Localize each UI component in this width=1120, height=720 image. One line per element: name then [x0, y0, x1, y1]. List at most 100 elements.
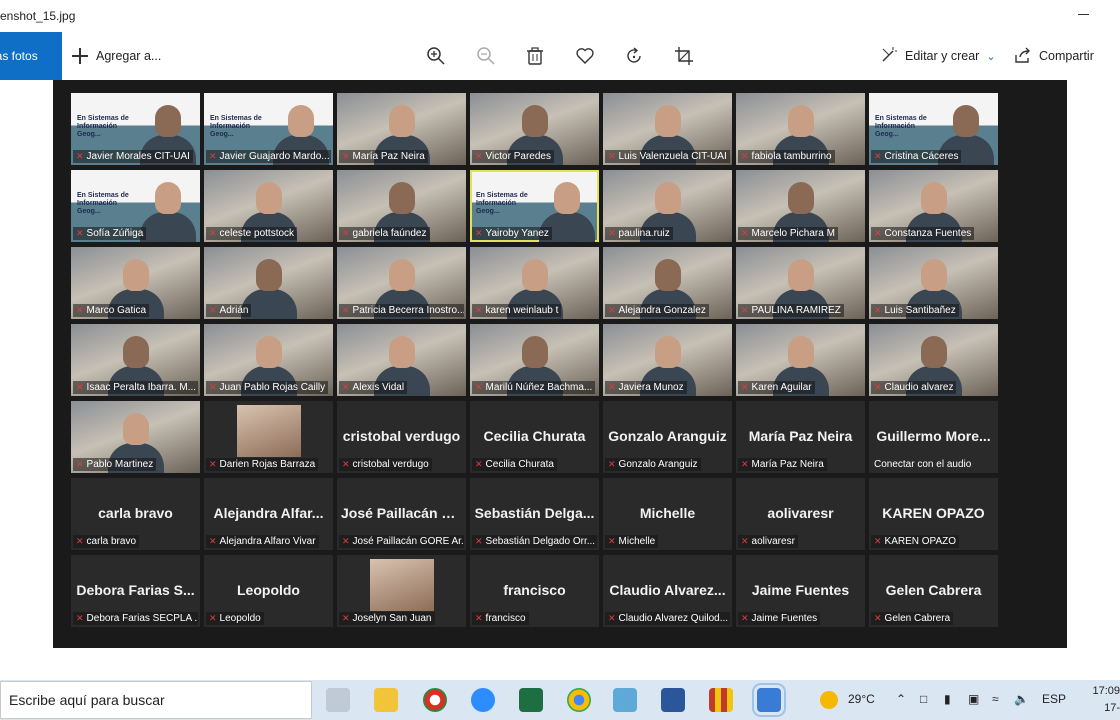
- participant-name-label: ✕ karen weinlaub t: [472, 304, 562, 317]
- participant-name: karen weinlaub t: [485, 305, 559, 316]
- participant-name-label: ✕ Sebastián Delgado Orr...: [472, 535, 597, 548]
- participant-name: Claudio Alvarez Quilod...: [618, 613, 729, 624]
- zoom-out-icon[interactable]: [476, 46, 496, 66]
- winrar-icon[interactable]: [709, 688, 733, 712]
- photos-app-icon[interactable]: [752, 683, 786, 717]
- file-explorer-icon[interactable]: [374, 688, 398, 712]
- weather-sun-icon[interactable]: [820, 691, 838, 709]
- muted-mic-icon: ✕: [608, 151, 616, 161]
- chevron-up-icon[interactable]: ⌃: [896, 692, 906, 706]
- participant-name: Gelen Cabrera: [884, 613, 951, 624]
- participant-name-label: ✕ carla bravo: [73, 535, 140, 548]
- participant-name: Alejandra Gonzalez: [618, 305, 706, 316]
- wifi-icon[interactable]: ≈: [992, 692, 999, 706]
- muted-mic-icon: ✕: [209, 305, 217, 315]
- participant-tile: ✕ Luis Valenzuela CIT-UAI: [603, 93, 732, 165]
- excel-icon[interactable]: [519, 688, 543, 712]
- muted-mic-icon: ✕: [209, 459, 217, 469]
- participant-name-label: ✕ Isaac Peralta Ibarra. M...: [73, 381, 198, 394]
- clock-date: 17-12-2: [1098, 702, 1120, 720]
- zoom-app-icon[interactable]: [471, 688, 495, 712]
- task-view-icon[interactable]: [326, 688, 350, 712]
- participant-tile: cristobal verdugo ✕ cristobal verdugo: [337, 401, 466, 473]
- muted-mic-icon: ✕: [741, 382, 749, 392]
- zoom-in-icon[interactable]: [426, 46, 446, 66]
- participant-name-label: ✕ Constanza Fuentes: [871, 227, 975, 240]
- edit-create-label: Editar y crear: [905, 49, 980, 63]
- participant-name: KAREN OPAZO: [884, 536, 957, 547]
- participant-tile: Guillermo More... Conectar con el audio: [869, 401, 998, 473]
- participant-video-face: [787, 259, 814, 291]
- add-to-label: Agregar a...: [96, 49, 162, 63]
- taskbar-search-box[interactable]: Escribe aquí para buscar: [0, 681, 312, 719]
- notes-icon[interactable]: [613, 688, 637, 712]
- participant-name: Debora Farias SECPLA ...: [86, 613, 198, 624]
- participant-tile: francisco ✕ francisco: [470, 555, 599, 627]
- participant-video-face: [654, 182, 681, 214]
- participant-tile: En Sistemas de Información Geog... ✕ Crist…: [869, 93, 998, 165]
- all-photos-button[interactable]: las fotos: [0, 32, 62, 80]
- minimize-button[interactable]: [1076, 4, 1092, 20]
- participant-tile: ✕ Alejandra Gonzalez: [603, 247, 732, 319]
- participant-name-label: ✕ Juan Pablo Rojas Cailly: [206, 381, 329, 394]
- battery-icon[interactable]: ▮: [944, 692, 951, 706]
- participant-name-label: ✕ aolivaresr: [738, 535, 798, 548]
- participant-tile: ✕ karen weinlaub t: [470, 247, 599, 319]
- heart-icon[interactable]: [575, 46, 595, 66]
- muted-mic-icon: ✕: [608, 382, 616, 392]
- muted-mic-icon: ✕: [874, 536, 882, 546]
- meet-now-icon[interactable]: □: [920, 692, 927, 706]
- weather-temperature[interactable]: 29°C: [848, 692, 875, 706]
- add-to-button[interactable]: Agregar a...: [72, 45, 161, 67]
- chrome-icon[interactable]: [423, 688, 447, 712]
- share-button[interactable]: Compartir: [1014, 45, 1094, 67]
- participant-tile: ✕ celeste pottstock: [204, 170, 333, 242]
- muted-mic-icon: ✕: [475, 459, 483, 469]
- participant-tile: Sebastián Delga... ✕ Sebastián Delgado Orr…: [470, 478, 599, 550]
- chrome-profile-icon[interactable]: [567, 688, 591, 712]
- participant-name: Isaac Peralta Ibarra. M...: [86, 382, 197, 393]
- taskbar-clock[interactable]: 17:09 17-12-2: [1090, 683, 1120, 720]
- participant-tile: ✕ Constanza Fuentes: [869, 170, 998, 242]
- participant-name-label: ✕ Luis Santibañez: [871, 304, 959, 317]
- trash-icon[interactable]: [525, 46, 545, 66]
- participant-tile: Cecilia Churata ✕ Cecilia Churata: [470, 401, 599, 473]
- participant-name-label: ✕ Patricia Becerra Inostro...: [339, 304, 464, 317]
- crop-icon[interactable]: [674, 46, 694, 66]
- muted-mic-icon: ✕: [342, 613, 350, 623]
- participant-tile: ✕ Marilú Núñez Bachma...: [470, 324, 599, 396]
- participant-video-face: [654, 259, 681, 291]
- muted-mic-icon: ✕: [741, 613, 749, 623]
- muted-mic-icon: ✕: [741, 305, 749, 315]
- rotate-icon[interactable]: [624, 46, 644, 66]
- network-icon[interactable]: ▣: [968, 692, 979, 706]
- participant-name: Pablo Martinez: [86, 459, 154, 470]
- muted-mic-icon: ✕: [608, 228, 616, 238]
- participant-video-face: [920, 336, 947, 368]
- participant-name: María Paz Neira: [751, 459, 824, 470]
- participant-name-label: ✕ Joselyn San Juan: [339, 612, 435, 625]
- participant-tile: ✕ Juan Pablo Rojas Cailly: [204, 324, 333, 396]
- muted-mic-icon: ✕: [342, 536, 350, 546]
- photos-toolbar: las fotos Agregar a... Editar y crear ⌄ …: [0, 32, 1120, 80]
- language-indicator[interactable]: ESP: [1042, 692, 1066, 706]
- edit-create-button[interactable]: Editar y crear ⌄: [880, 45, 996, 67]
- participant-name-label: ✕ Adrián: [206, 304, 252, 317]
- participant-name-label: ✕ Javiera Munoz: [605, 381, 687, 394]
- participant-name: Conectar con el audio: [874, 459, 972, 470]
- participant-name-label: ✕ Javier Guajardo Mardo...: [206, 150, 331, 163]
- word-icon[interactable]: [661, 688, 685, 712]
- volume-icon[interactable]: 🔈: [1014, 692, 1029, 706]
- participant-video-face: [122, 336, 149, 368]
- participant-name-label: ✕ Marco Gatica: [73, 304, 150, 317]
- participant-tile: José Paillacán G... ✕ José Paillacán GORE …: [337, 478, 466, 550]
- participant-name-label: ✕ María Paz Neira: [339, 150, 428, 163]
- participant-tile: ✕ Marco Gatica: [71, 247, 200, 319]
- participant-name-label: ✕ Cecilia Churata: [472, 458, 557, 471]
- participant-name: Joselyn San Juan: [352, 613, 432, 624]
- participant-name: gabriela faúndez: [352, 228, 427, 239]
- participant-name-label: ✕ KAREN OPAZO: [871, 535, 960, 548]
- participant-tile: Leopoldo ✕ Leopoldo: [204, 555, 333, 627]
- participant-name: Leopoldo: [219, 613, 261, 624]
- participant-name-label: ✕ Michelle: [605, 535, 659, 548]
